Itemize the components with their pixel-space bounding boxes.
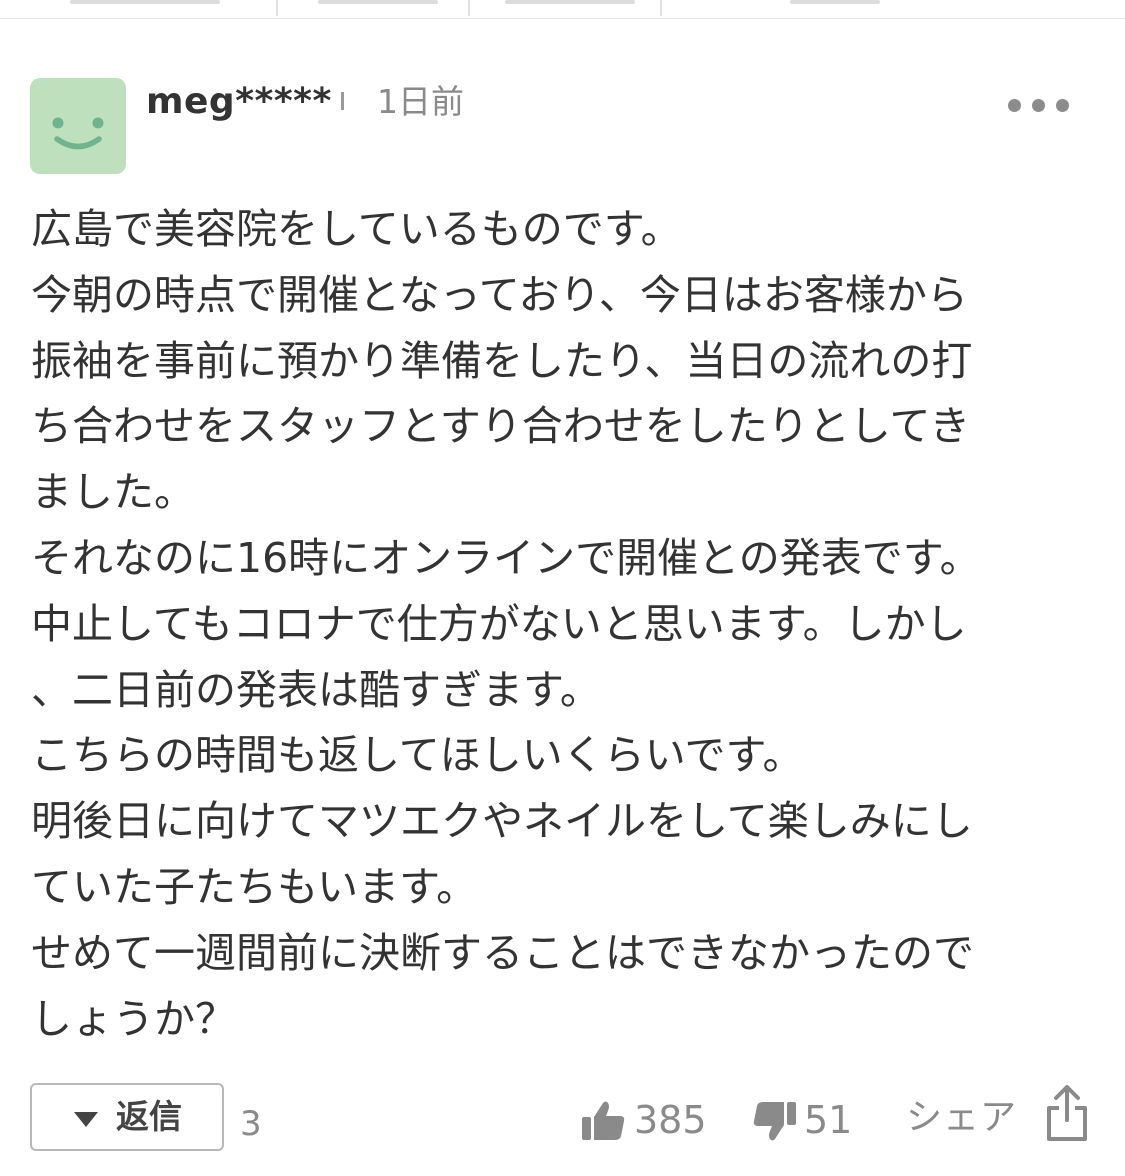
comment-line: しょうか？ — [31, 994, 236, 1043]
comment-line: ち合わせをスタッフとすり合わせをしたりとしてき — [31, 402, 971, 451]
comment-body: 広島で美容院をしているものです。 今朝の時点で開催となっており、今日はお客様から… — [31, 197, 1101, 1052]
comment-line: 今朝の時点で開催となっており、今日はお客様から — [31, 270, 968, 319]
share-icon — [1047, 1085, 1087, 1141]
timestamp: 1日前 — [377, 82, 464, 121]
reply-label: 返信 — [116, 1097, 182, 1136]
username[interactable]: meg***** — [146, 80, 332, 124]
cut-off-text — [505, 0, 635, 4]
comment-line: 広島で美容院をしているものです。 — [31, 205, 682, 253]
reply-button[interactable]: 返信 — [30, 1083, 224, 1151]
previous-comment-fragment — [0, 0, 1125, 19]
thumbs-up-icon — [582, 1101, 625, 1140]
separator — [468, 0, 470, 16]
meta-divider — [341, 92, 344, 110]
like-button[interactable]: 385 — [580, 1092, 710, 1148]
cut-off-text — [70, 0, 220, 4]
reply-count: 3 — [240, 1104, 262, 1144]
share-label: シェア — [906, 1097, 1018, 1138]
separator — [660, 0, 662, 16]
comment-line: 、二日前の発表は酷すぎます。 — [31, 665, 601, 714]
comment-line: 中止してもコロナで仕方がないと思います。しかし — [31, 599, 967, 648]
avatar[interactable] — [30, 78, 126, 174]
thumbs-down-icon — [753, 1102, 796, 1141]
comment-line: それなのに16時にオンラインで開催との発表です。 — [31, 533, 981, 582]
comment-line: 明後日に向けてマツエクやネイルをして楽しみにし — [31, 797, 973, 846]
triangle-down-icon — [74, 1112, 98, 1127]
separator — [276, 0, 278, 16]
comment-line: ました。 — [31, 468, 195, 517]
comment-line: こちらの時間も返してほしいくらいです。 — [31, 731, 804, 780]
more-options-button[interactable] — [1002, 88, 1076, 122]
dislike-count: 51 — [804, 1098, 853, 1142]
like-count: 385 — [634, 1098, 707, 1142]
comment-line: 振袖を事前に預かり準備をしたり、当日の流れの打 — [31, 336, 973, 385]
dislike-button[interactable]: 51 — [752, 1092, 852, 1148]
comment-line: せめて一週間前に決断することはできなかったので — [31, 928, 974, 977]
share-button[interactable]: シェア — [906, 1084, 1090, 1148]
cut-off-text — [318, 0, 438, 4]
comment-line: ていた子たちもいます。 — [31, 862, 478, 911]
smiley-face-icon — [52, 117, 104, 150]
cut-off-text — [790, 0, 880, 4]
